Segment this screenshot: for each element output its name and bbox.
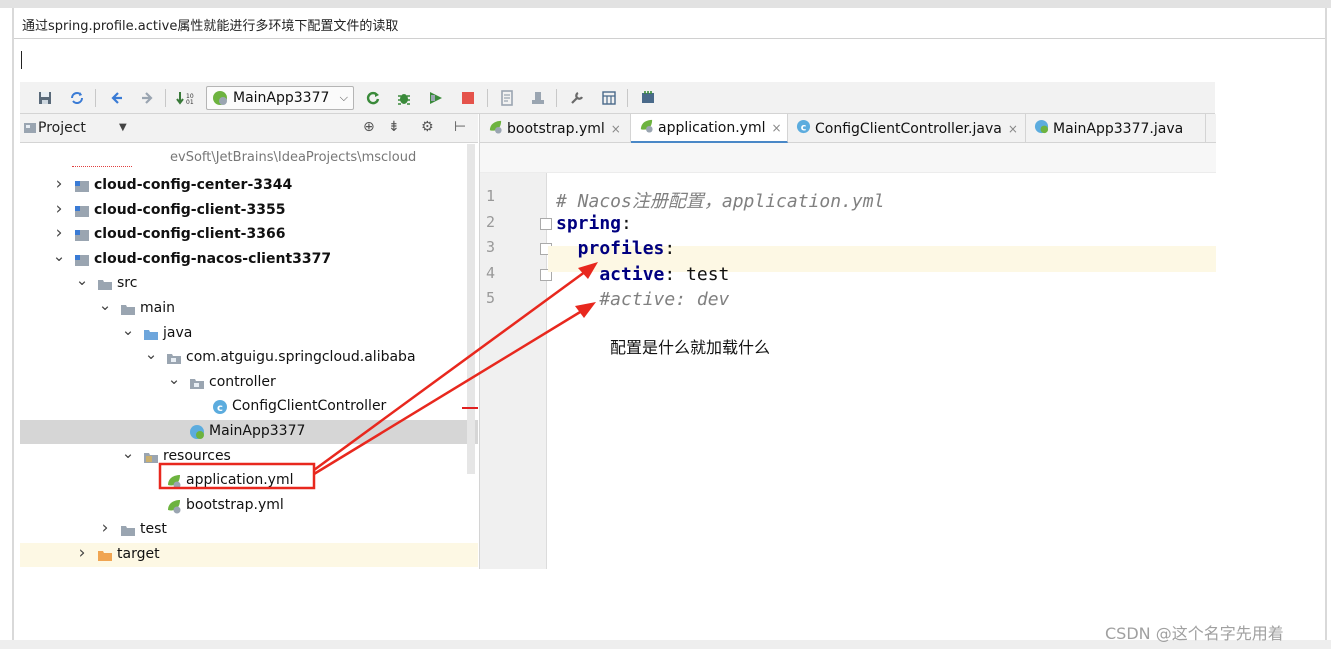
red-mark (462, 407, 478, 409)
application-yml-highlight-box (158, 462, 316, 490)
arrowhead-commented (575, 302, 596, 318)
arrowhead-active (578, 262, 598, 279)
annotation-overlay (158, 262, 598, 490)
screenshot-root: 通过spring.profile.active属性就能进行多环境下配置文件的读取… (0, 0, 1331, 649)
arrow-to-active-line (313, 264, 594, 472)
arrow-to-commented-line (313, 304, 591, 476)
csdn-watermark: CSDN @这个名字先用着 (1105, 624, 1284, 643)
